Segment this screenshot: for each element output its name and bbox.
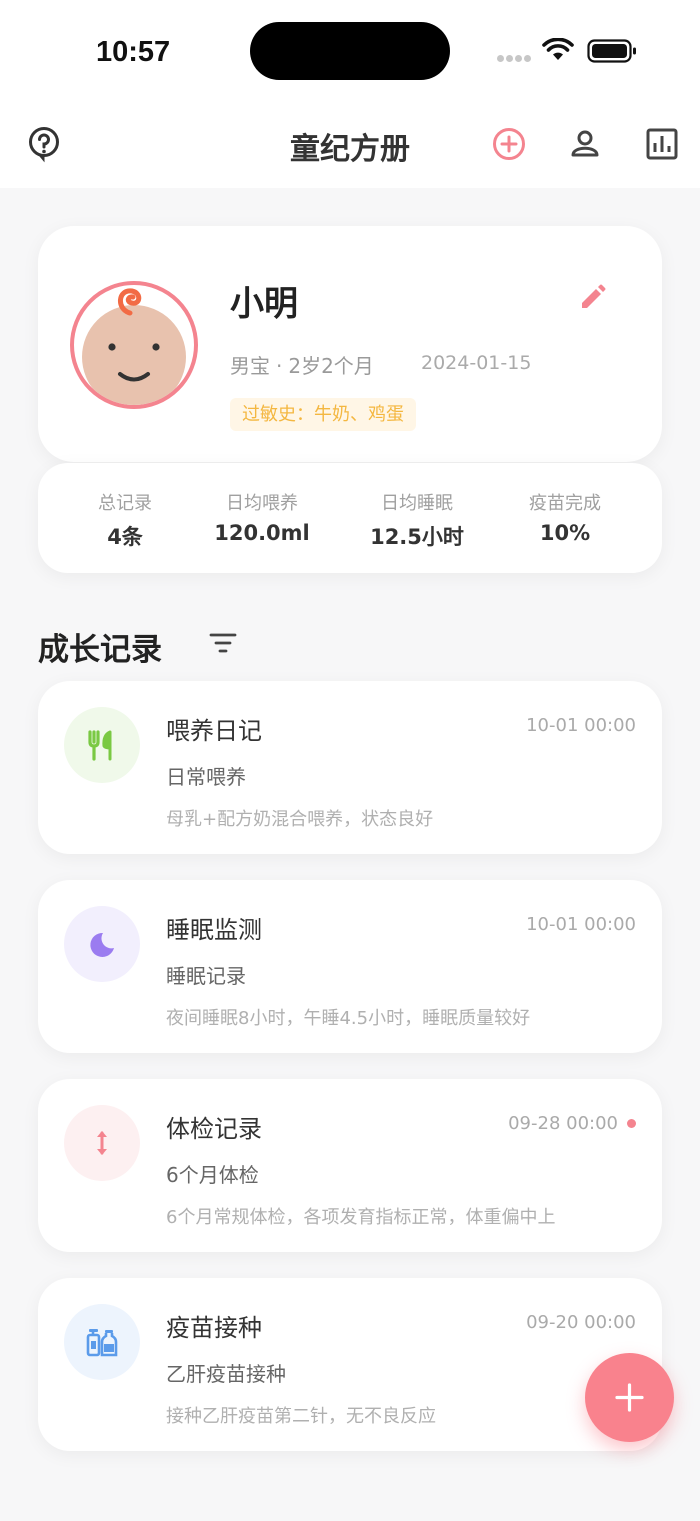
stat-label: 疫苗完成 [529, 493, 601, 514]
allergy-badge: 过敏史：牛奶、鸡蛋 [230, 398, 416, 431]
add-record-fab[interactable] [585, 1353, 674, 1442]
record-title: 喂养日记 [166, 717, 262, 745]
record-time: 09-28 00:00 [508, 1113, 618, 1134]
edit-icon[interactable] [576, 282, 608, 314]
stat-daily-feeding: 日均喂养 120.0ml [187, 489, 337, 545]
add-circle-icon[interactable] [489, 124, 529, 164]
moon-icon [90, 932, 114, 957]
stat-value: 12.5小时 [370, 525, 464, 549]
record-time: 10-01 00:00 [526, 715, 636, 736]
stat-value: 10% [539, 521, 591, 545]
record-title: 睡眠监测 [166, 916, 262, 944]
stat-value: 4条 [107, 525, 143, 549]
record-desc: 接种乙肝疫苗第二针，无不良反应 [166, 1406, 436, 1427]
record-card-feeding[interactable]: 喂养日记 10-01 00:00 日常喂养 母乳+配方奶混合喂养，状态良好 [38, 681, 662, 854]
filter-icon[interactable] [208, 630, 238, 656]
record-desc: 夜间睡眠8小时，午睡4.5小时，睡眠质量较好 [166, 1008, 531, 1029]
separator-dot: · [276, 354, 283, 378]
profile-card[interactable]: 小明 男宝 · 2岁2个月 2024-01-15 过敏史：牛奶、鸡蛋 [38, 226, 662, 462]
nav-bar: 童纪方册 [0, 100, 700, 188]
baby-age: 2岁2个月 [288, 354, 374, 378]
stat-daily-sleep: 日均睡眠 12.5小时 [342, 489, 492, 551]
record-subtitle: 6个月体检 [166, 1163, 259, 1187]
baby-face-icon [82, 288, 186, 405]
dynamic-island [250, 22, 450, 80]
status-time: 10:57 [96, 36, 171, 68]
baby-meta: 男宝 · 2岁2个月 [230, 350, 374, 379]
unread-dot [627, 1119, 636, 1128]
record-icon-wrap [64, 707, 140, 783]
stat-vaccine-completion: 疫苗完成 10% [490, 489, 640, 545]
utensils-icon [88, 730, 112, 761]
birth-date: 2024-01-15 [421, 352, 532, 374]
baby-gender: 男宝 [230, 354, 270, 378]
record-card-sleep[interactable]: 睡眠监测 10-01 00:00 睡眠记录 夜间睡眠8小时，午睡4.5小时，睡眠… [38, 880, 662, 1053]
record-subtitle: 睡眠记录 [166, 964, 246, 988]
height-icon [97, 1131, 107, 1155]
section-title: 成长记录 [38, 632, 162, 668]
stats-icon[interactable] [642, 124, 682, 164]
wifi-icon [542, 38, 574, 60]
avatar[interactable] [70, 281, 198, 409]
record-time: 10-01 00:00 [526, 914, 636, 935]
stats-card: 总记录 4条 日均喂养 120.0ml 日均睡眠 12.5小时 疫苗完成 10% [38, 463, 662, 573]
plus-icon [615, 1383, 644, 1412]
stat-label: 日均睡眠 [381, 493, 453, 514]
record-icon-wrap [64, 1105, 140, 1181]
battery-icon [587, 39, 636, 63]
vaccine-icon [86, 1329, 118, 1357]
record-subtitle: 乙肝疫苗接种 [166, 1362, 286, 1386]
record-desc: 母乳+配方奶混合喂养，状态良好 [166, 809, 434, 830]
record-subtitle: 日常喂养 [166, 765, 246, 789]
record-time: 09-20 00:00 [526, 1312, 636, 1333]
record-card-vaccine[interactable]: 疫苗接种 09-20 00:00 乙肝疫苗接种 接种乙肝疫苗第二针，无不良反应 [38, 1278, 662, 1451]
person-icon[interactable] [565, 124, 605, 164]
record-title: 疫苗接种 [166, 1314, 262, 1342]
baby-name: 小明 [230, 284, 298, 324]
record-title: 体检记录 [166, 1115, 262, 1143]
stat-label: 总记录 [98, 493, 152, 514]
record-desc: 6个月常规体检，各项发育指标正常，体重偏中上 [166, 1207, 556, 1228]
status-bar: 10:57 [0, 0, 700, 100]
stat-total-records: 总记录 4条 [50, 489, 200, 551]
stat-value: 120.0ml [214, 521, 310, 545]
record-card-checkup[interactable]: 体检记录 09-28 00:00 6个月体检 6个月常规体检，各项发育指标正常，… [38, 1079, 662, 1252]
record-icon-wrap [64, 1304, 140, 1380]
signal-icon [497, 55, 533, 63]
record-icon-wrap [64, 906, 140, 982]
stat-label: 日均喂养 [226, 493, 298, 514]
